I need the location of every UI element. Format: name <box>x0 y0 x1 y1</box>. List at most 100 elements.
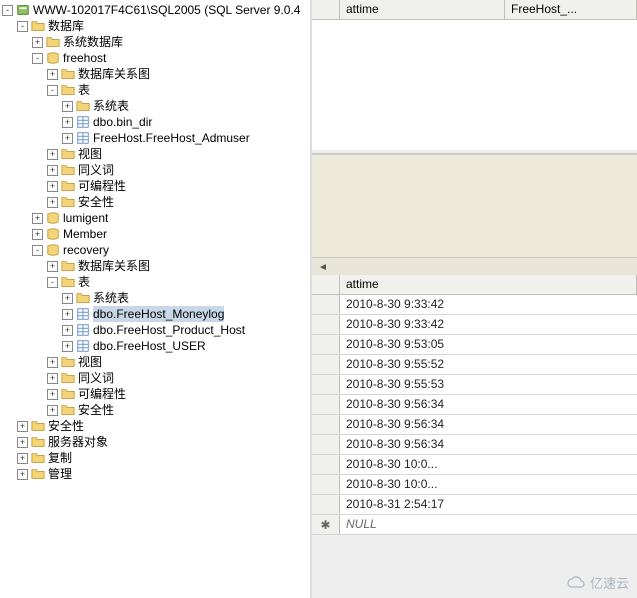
collapse-icon[interactable]: - <box>32 245 43 256</box>
tree-node-synonyms[interactable]: + 同义词 <box>2 370 308 386</box>
row-header[interactable] <box>312 475 340 494</box>
cell-attime[interactable]: 2010-8-30 9:33:42 <box>340 295 637 314</box>
row-header[interactable] <box>312 435 340 454</box>
table-row[interactable]: 2010-8-30 9:53:05 <box>312 335 637 355</box>
tree-node-lumigent[interactable]: + lumigent <box>2 210 308 226</box>
top-grid[interactable]: attime FreeHost_... <box>312 0 637 155</box>
column-header-freehost[interactable]: FreeHost_... <box>505 0 637 19</box>
scrollbar-track[interactable]: ◄ <box>312 257 637 275</box>
row-header[interactable] <box>312 355 340 374</box>
cell-attime[interactable]: 2010-8-31 2:54:17 <box>340 495 637 514</box>
expand-icon[interactable]: + <box>47 389 58 400</box>
collapse-icon[interactable]: - <box>17 21 28 32</box>
tree-node-tables[interactable]: - 表 <box>2 82 308 98</box>
table-row[interactable]: 2010-8-30 9:56:34 <box>312 415 637 435</box>
tree-node-synonyms[interactable]: + 同义词 <box>2 162 308 178</box>
tree-node-databases[interactable]: - 数据库 <box>2 18 308 34</box>
tree-node-dbdiagram[interactable]: + 数据库关系图 <box>2 258 308 274</box>
tree-node-server-objects[interactable]: + 服务器对象 <box>2 434 308 450</box>
expand-icon[interactable]: + <box>62 133 73 144</box>
collapse-icon[interactable]: - <box>47 85 58 96</box>
expand-icon[interactable]: + <box>62 309 73 320</box>
expand-icon[interactable]: + <box>32 213 43 224</box>
row-header[interactable] <box>312 335 340 354</box>
object-explorer-tree[interactable]: - WWW-102017F4C61\SQL2005 (SQL Server 9.… <box>0 0 310 598</box>
row-header[interactable] <box>312 315 340 334</box>
row-header[interactable] <box>312 415 340 434</box>
tree-node-security-db[interactable]: + 安全性 <box>2 194 308 210</box>
column-header-attime[interactable]: attime <box>340 0 505 19</box>
table-row[interactable]: 2010-8-30 9:56:34 <box>312 435 637 455</box>
table-row[interactable]: 2010-8-30 9:55:52 <box>312 355 637 375</box>
column-header-attime[interactable]: attime <box>340 275 637 294</box>
cell-attime[interactable]: 2010-8-30 9:53:05 <box>340 335 637 354</box>
expand-icon[interactable]: + <box>47 405 58 416</box>
tree-node-systables[interactable]: + 系统表 <box>2 290 308 306</box>
collapse-icon[interactable]: - <box>2 5 13 16</box>
expand-icon[interactable]: + <box>47 69 58 80</box>
table-row[interactable]: 2010-8-30 10:0... <box>312 475 637 495</box>
table-row[interactable]: 2010-8-30 9:33:42 <box>312 295 637 315</box>
row-header[interactable] <box>312 375 340 394</box>
expand-icon[interactable]: + <box>62 341 73 352</box>
tree-node-programmability[interactable]: + 可编程性 <box>2 386 308 402</box>
table-row[interactable]: 2010-8-30 10:0... <box>312 455 637 475</box>
tree-node-systables[interactable]: + 系统表 <box>2 98 308 114</box>
row-header[interactable] <box>312 495 340 514</box>
tree-node-recovery[interactable]: - recovery <box>2 242 308 258</box>
cell-null[interactable]: NULL <box>340 515 637 534</box>
grid-body-empty[interactable] <box>312 20 637 150</box>
expand-icon[interactable]: + <box>62 101 73 112</box>
tree-node-server[interactable]: - WWW-102017F4C61\SQL2005 (SQL Server 9.… <box>2 2 308 18</box>
expand-icon[interactable]: + <box>17 469 28 480</box>
row-header[interactable] <box>312 395 340 414</box>
expand-icon[interactable]: + <box>47 373 58 384</box>
tree-node-replication[interactable]: + 复制 <box>2 450 308 466</box>
row-header[interactable] <box>312 455 340 474</box>
bottom-grid[interactable]: attime 2010-8-30 9:33:422010-8-30 9:33:4… <box>312 275 637 598</box>
table-row[interactable]: 2010-8-31 2:54:17 <box>312 495 637 515</box>
row-header[interactable] <box>312 295 340 314</box>
scroll-left-icon[interactable]: ◄ <box>318 262 328 273</box>
cell-attime[interactable]: 2010-8-30 9:55:52 <box>340 355 637 374</box>
tree-node-member[interactable]: + Member <box>2 226 308 242</box>
table-row[interactable]: 2010-8-30 9:33:42 <box>312 315 637 335</box>
tree-node-table-admuser[interactable]: + FreeHost.FreeHost_Admuser <box>2 130 308 146</box>
cell-attime[interactable]: 2010-8-30 9:56:34 <box>340 395 637 414</box>
expand-icon[interactable]: + <box>32 37 43 48</box>
expand-icon[interactable]: + <box>62 293 73 304</box>
expand-icon[interactable]: + <box>47 149 58 160</box>
tree-node-management[interactable]: + 管理 <box>2 466 308 482</box>
tree-node-freehost[interactable]: - freehost <box>2 50 308 66</box>
tree-node-table-bin[interactable]: + dbo.bin_dir <box>2 114 308 130</box>
tree-node-views[interactable]: + 视图 <box>2 146 308 162</box>
expand-icon[interactable]: + <box>47 357 58 368</box>
tree-node-security-top[interactable]: + 安全性 <box>2 418 308 434</box>
expand-icon[interactable]: + <box>62 117 73 128</box>
expand-icon[interactable]: + <box>47 165 58 176</box>
tree-node-table-producthost[interactable]: + dbo.FreeHost_Product_Host <box>2 322 308 338</box>
tree-node-security-db[interactable]: + 安全性 <box>2 402 308 418</box>
table-row[interactable]: 2010-8-30 9:55:53 <box>312 375 637 395</box>
expand-icon[interactable]: + <box>47 261 58 272</box>
cell-attime[interactable]: 2010-8-30 9:56:34 <box>340 415 637 434</box>
tree-node-dbdiagram[interactable]: + 数据库关系图 <box>2 66 308 82</box>
expand-icon[interactable]: + <box>17 453 28 464</box>
table-new-row[interactable]: ✱ NULL <box>312 515 637 535</box>
expand-icon[interactable]: + <box>62 325 73 336</box>
expand-icon[interactable]: + <box>32 229 43 240</box>
tree-node-views[interactable]: + 视图 <box>2 354 308 370</box>
cell-attime[interactable]: 2010-8-30 9:55:53 <box>340 375 637 394</box>
expand-icon[interactable]: + <box>47 181 58 192</box>
cell-attime[interactable]: 2010-8-30 9:33:42 <box>340 315 637 334</box>
splitter[interactable]: ◄ <box>312 155 637 275</box>
expand-icon[interactable]: + <box>17 421 28 432</box>
cell-attime[interactable]: 2010-8-30 10:0... <box>340 475 637 494</box>
tree-node-table-moneylog[interactable]: + dbo.FreeHost_Moneylog <box>2 306 308 322</box>
expand-icon[interactable]: + <box>47 197 58 208</box>
tree-node-tables[interactable]: - 表 <box>2 274 308 290</box>
collapse-icon[interactable]: - <box>32 53 43 64</box>
cell-attime[interactable]: 2010-8-30 9:56:34 <box>340 435 637 454</box>
tree-node-table-user[interactable]: + dbo.FreeHost_USER <box>2 338 308 354</box>
tree-node-sysdb[interactable]: + 系统数据库 <box>2 34 308 50</box>
